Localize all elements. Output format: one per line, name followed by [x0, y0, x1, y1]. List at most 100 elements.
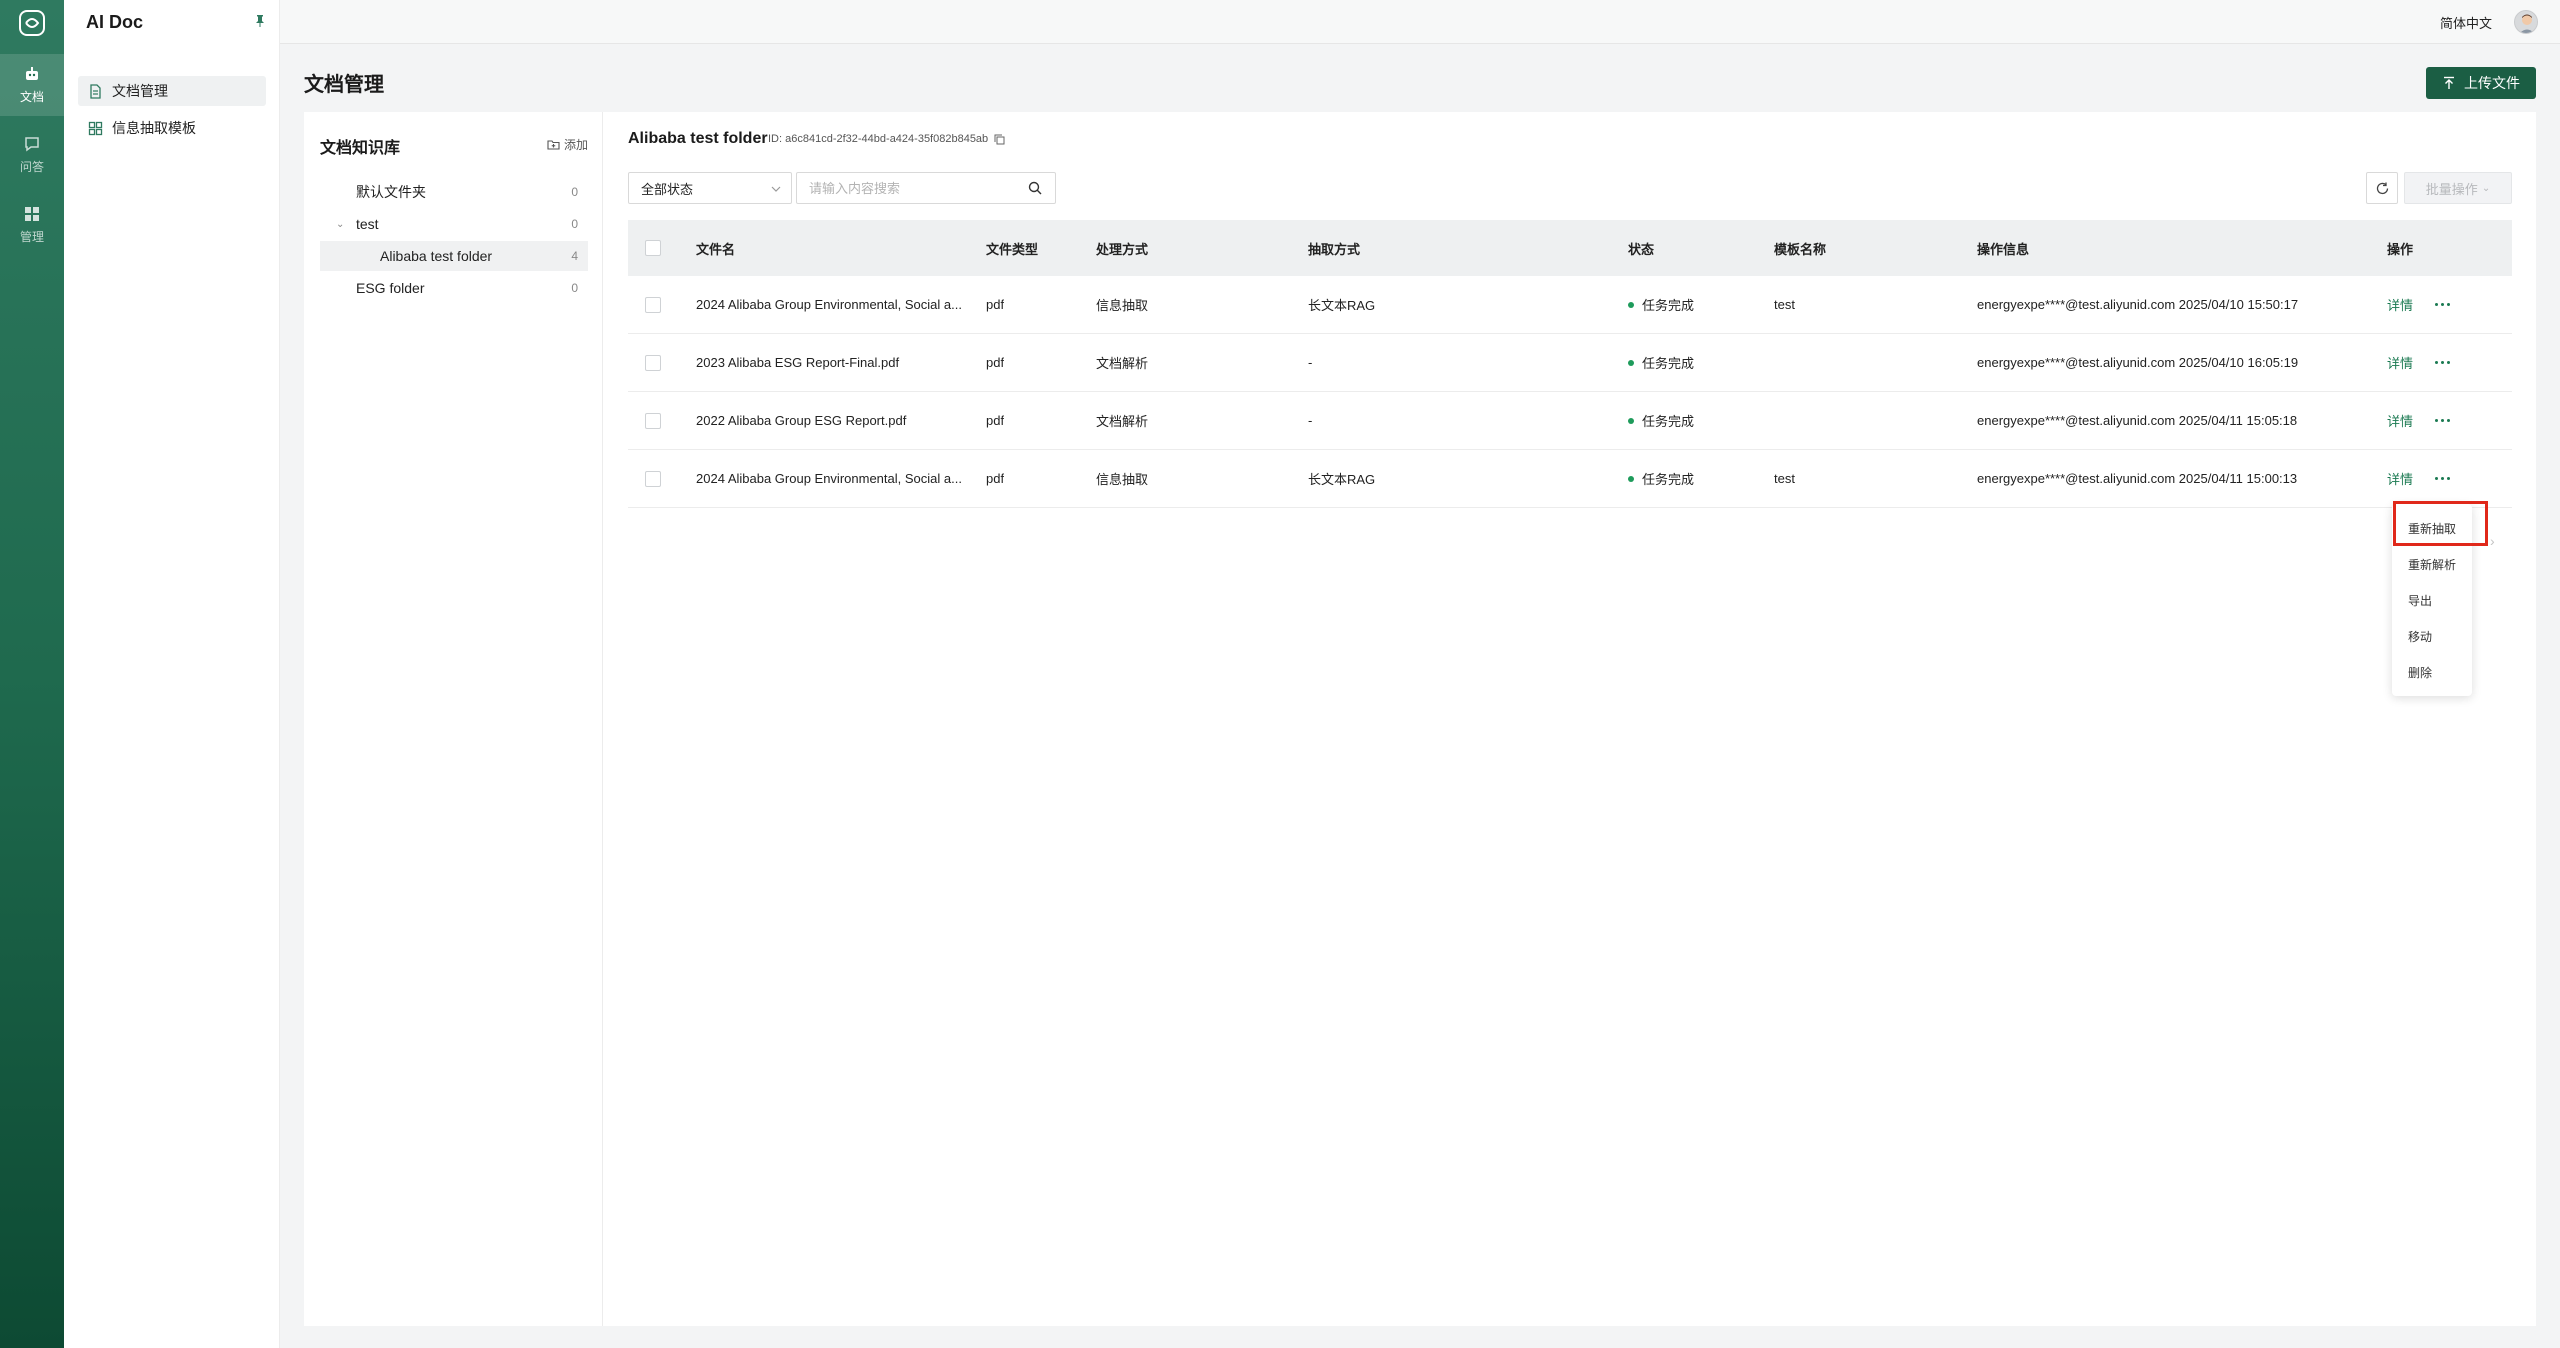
tree-item-label: 默认文件夹 [356, 184, 426, 200]
operation-info-cell: energyexpe****@test.aliyunid.com 2025/04… [1977, 355, 2299, 370]
template-name-cell: test [1774, 471, 1795, 486]
sidebar-item-extraction-template[interactable]: 信息抽取模板 [78, 113, 266, 143]
header-template-name: 模板名称 [1774, 241, 1827, 257]
tree-item-label: ESG folder [356, 280, 425, 296]
menu-item-re-parse[interactable]: 重新解析 [2392, 546, 2472, 582]
avatar[interactable] [2514, 10, 2538, 34]
chevron-down-icon[interactable]: ⌄ [336, 219, 344, 230]
header-status: 状态 [1628, 241, 1655, 257]
select-all-cell [645, 220, 661, 276]
sidebar-item-doc-management[interactable]: 文档管理 [78, 76, 266, 106]
upload-file-label: 上传文件 [2464, 75, 2520, 91]
refresh-icon [2376, 182, 2388, 194]
status-dot-icon [1628, 475, 1634, 482]
menu-item-move[interactable]: 移动 [2392, 618, 2472, 654]
search-input[interactable] [796, 172, 1056, 204]
extract-mode-cell: - [1308, 413, 1313, 428]
status-text: 任务完成 [1642, 414, 1695, 429]
menu-item-export[interactable]: 导出 [2392, 582, 2472, 618]
more-actions-icon[interactable] [2435, 477, 2451, 480]
header-actions: 操作 [2387, 241, 2414, 257]
table-row: 2023 Alibaba ESG Report-Final.pdf pdf 文档… [628, 334, 2512, 392]
secondary-sidebar: AI Doc 文档管理 信息抽取模板 [64, 0, 280, 1348]
document-icon [90, 83, 101, 99]
tree-item-count: 0 [571, 281, 578, 295]
file-name-cell[interactable]: 2022 Alibaba Group ESG Report.pdf [696, 392, 976, 449]
status-text: 任务完成 [1642, 356, 1695, 371]
header-file-name[interactable]: 文件名 [696, 220, 735, 276]
rail-label-docs: 文档 [19, 90, 44, 104]
rail-item-docs[interactable]: 文档 [0, 54, 64, 116]
tree-item-count: 4 [571, 249, 578, 263]
table-row: 2024 Alibaba Group Environmental, Social… [628, 450, 2512, 508]
tree-item-alibaba-test-folder[interactable]: Alibaba test folder 4 [320, 241, 588, 271]
select-all-checkbox[interactable] [645, 240, 661, 256]
detail-link[interactable]: 详情 [2387, 411, 2413, 430]
detail-link[interactable]: 详情 [2387, 469, 2413, 488]
more-actions-icon[interactable] [2435, 419, 2451, 422]
template-grid-icon [88, 121, 103, 135]
refresh-button[interactable] [2366, 172, 2398, 204]
detail-link[interactable]: 详情 [2387, 353, 2413, 372]
process-mode-cell: 信息抽取 [1096, 472, 1149, 487]
copy-icon[interactable] [994, 134, 1005, 145]
chat-icon [25, 137, 39, 152]
file-type-cell: pdf [986, 471, 1005, 486]
pin-icon[interactable] [255, 14, 265, 28]
robot-icon [26, 67, 38, 80]
process-mode-cell: 信息抽取 [1096, 298, 1149, 313]
status-filter-select[interactable]: 全部状态 [628, 172, 792, 204]
actions-cell: 详情 [2387, 392, 2451, 449]
row-checkbox[interactable] [645, 412, 661, 429]
batch-operation-button[interactable]: 批量操作 ⌄ [2404, 172, 2512, 204]
process-mode-cell: 文档解析 [1096, 356, 1149, 371]
kb-add-button[interactable]: 添加 [547, 136, 588, 153]
more-actions-icon[interactable] [2435, 361, 2451, 364]
file-name-cell[interactable]: 2023 Alibaba ESG Report-Final.pdf [696, 334, 976, 391]
tree-item-test[interactable]: ⌄ test 0 [320, 209, 588, 239]
tree-item-count: 0 [571, 185, 578, 199]
tree-item-esg-folder[interactable]: ESG folder 0 [320, 273, 588, 303]
header-operation-info: 操作信息 [1977, 241, 2030, 257]
actions-cell: 详情 [2387, 334, 2451, 391]
status-cell: 任务完成 [1628, 276, 1694, 333]
status-dot-icon [1628, 417, 1634, 424]
app-logo-icon[interactable] [18, 9, 46, 37]
file-type-cell: pdf [986, 297, 1005, 312]
extract-mode-cell: - [1308, 355, 1313, 370]
folder-id: ID: a6c841cd-2f32-44bd-a424-35f082b845ab [768, 133, 1005, 145]
row-checkbox[interactable] [645, 354, 661, 371]
chevron-down-icon: ⌄ [2481, 182, 2491, 194]
row-checkbox-cell [645, 334, 661, 391]
operation-info-cell: energyexpe****@test.aliyunid.com 2025/04… [1977, 413, 2298, 428]
more-actions-icon[interactable] [2435, 303, 2451, 306]
operation-info-cell: energyexpe****@test.aliyunid.com 2025/04… [1977, 297, 2299, 312]
documents-table: 文件名 文件类型 处理方式 抽取方式 状态 模板名称 操作信息 操作 2024 … [628, 220, 2512, 508]
batch-operation-label: 批量操作 [2425, 181, 2478, 197]
header-extract-mode: 抽取方式 [1308, 241, 1361, 257]
rail-item-manage[interactable]: 管理 [0, 194, 64, 256]
status-text: 任务完成 [1642, 298, 1695, 313]
language-switcher[interactable]: 简体中文 [2440, 13, 2492, 32]
detail-link[interactable]: 详情 [2387, 295, 2413, 314]
operation-info-cell: energyexpe****@test.aliyunid.com 2025/04… [1977, 471, 2298, 486]
upload-file-button[interactable]: 上传文件 [2426, 67, 2536, 99]
menu-item-delete[interactable]: 删除 [2392, 654, 2472, 690]
search-icon[interactable] [1028, 181, 1042, 195]
row-checkbox[interactable] [645, 470, 661, 487]
rail-label-manage: 管理 [19, 230, 44, 244]
main-card: 文档知识库 添加 默认文件夹 0 ⌄ test 0 Alibaba test f… [304, 112, 2536, 1326]
rail-item-qa[interactable]: 问答 [0, 124, 64, 186]
file-name-cell[interactable]: 2024 Alibaba Group Environmental, Social… [696, 450, 976, 507]
icon-rail: 文档 问答 管理 [0, 0, 64, 1348]
rail-label-qa: 问答 [19, 160, 44, 174]
row-checkbox[interactable] [645, 296, 661, 313]
table-row: 2024 Alibaba Group Environmental, Social… [628, 276, 2512, 334]
tree-item-default-folder[interactable]: 默认文件夹 0 [320, 177, 588, 207]
row-checkbox-cell [645, 450, 661, 507]
folder-id-text: ID: a6c841cd-2f32-44bd-a424-35f082b845ab [768, 133, 989, 145]
status-filter-value: 全部状态 [641, 181, 694, 197]
chevron-right-icon[interactable]: › [2490, 533, 2495, 549]
file-name-cell[interactable]: 2024 Alibaba Group Environmental, Social… [696, 276, 976, 333]
kb-title: 文档知识库 [320, 140, 401, 157]
